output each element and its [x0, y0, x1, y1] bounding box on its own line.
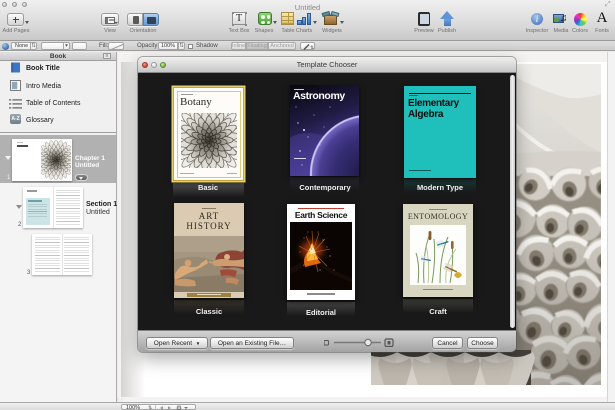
svg-text:⇅: ⇅	[310, 45, 314, 51]
